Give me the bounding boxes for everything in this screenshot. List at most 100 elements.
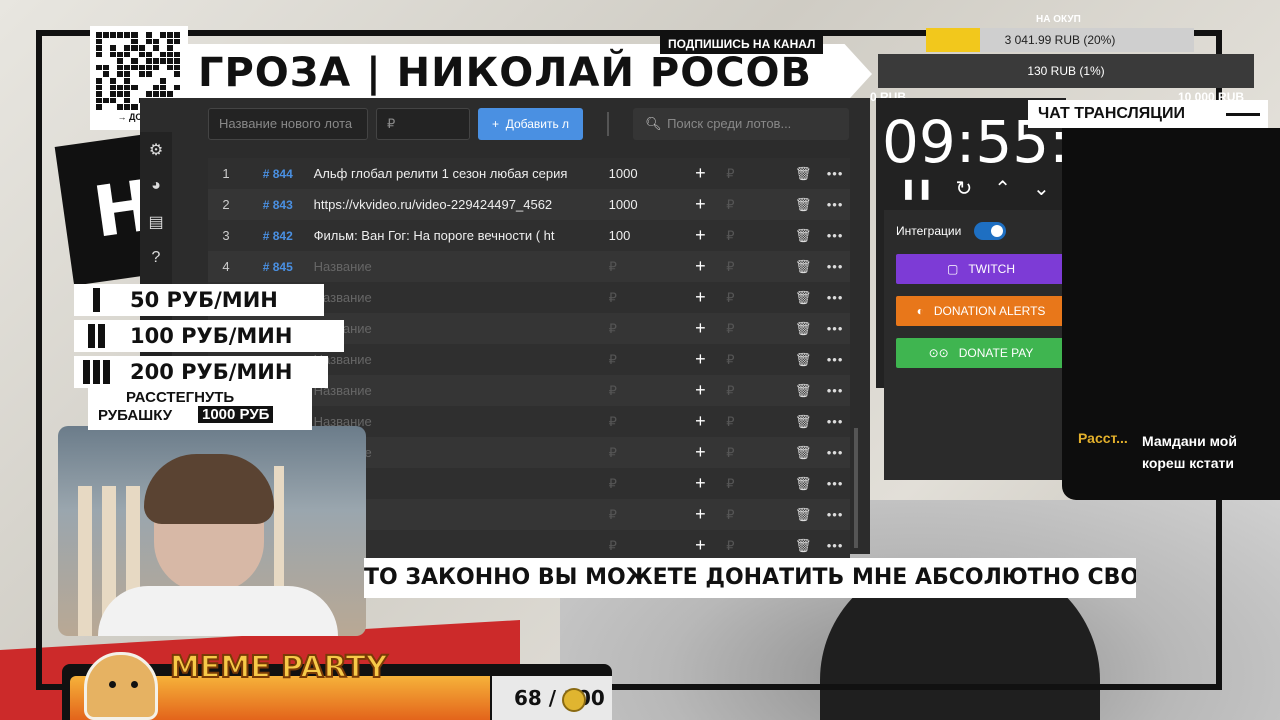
lot-name-input[interactable]: Название (312, 290, 601, 305)
table-row[interactable]: 3 # 842 Фильм: Ван Гог: На пороге вечности… (208, 220, 850, 251)
plus-icon[interactable]: + (680, 349, 720, 370)
lot-amount[interactable]: 100 (601, 228, 681, 243)
more-icon[interactable]: ••• (820, 352, 850, 367)
lot-name-input[interactable]: Название (312, 321, 601, 336)
plus-icon[interactable]: + (680, 256, 720, 277)
lot-amount[interactable]: ₽ (601, 476, 681, 492)
lot-name-input[interactable]: Альф глобал релити 1 сезон любая серия (312, 166, 601, 181)
more-icon[interactable]: ••• (820, 538, 850, 553)
more-icon[interactable]: ••• (820, 290, 850, 305)
more-icon[interactable]: ••• (820, 197, 850, 212)
lot-amount[interactable]: ₽ (601, 383, 681, 399)
lot-id[interactable]: # 842 (244, 229, 312, 243)
lot-id[interactable]: # 845 (244, 260, 312, 274)
lot-name-input[interactable]: Фильм: Ван Гог: На пороге вечности ( ht (312, 228, 601, 243)
trash-icon[interactable]: 🗑︎ (786, 476, 820, 492)
rub-input[interactable]: ₽ (720, 259, 756, 275)
rub-input[interactable]: ₽ (720, 414, 756, 430)
table-scrollbar[interactable] (854, 428, 858, 548)
more-icon[interactable]: ••• (820, 507, 850, 522)
trash-icon[interactable]: 🗑︎ (786, 538, 820, 554)
lot-amount[interactable]: 1000 (601, 197, 681, 212)
plus-icon[interactable]: + (680, 194, 720, 215)
trash-icon[interactable]: 🗑︎ (786, 352, 820, 368)
table-row[interactable]: 4 # 845 Название ₽ + ₽ 🗑︎ ••• (208, 251, 850, 282)
lot-id[interactable]: # 844 (244, 167, 312, 181)
trash-icon[interactable]: 🗑︎ (786, 197, 820, 213)
lot-amount[interactable]: 1000 (601, 166, 681, 181)
rub-input[interactable]: ₽ (720, 445, 756, 461)
more-icon[interactable]: ••• (820, 321, 850, 336)
more-icon[interactable]: ••• (820, 383, 850, 398)
plus-icon[interactable]: + (680, 473, 720, 494)
trash-icon[interactable]: 🗑︎ (786, 290, 820, 306)
clipboard-icon[interactable]: ▤ (140, 204, 172, 240)
lot-amount[interactable]: ₽ (601, 259, 681, 275)
donate-pay-button[interactable]: ⊙⊙ DONATE PAY (896, 338, 1066, 368)
rub-input[interactable]: ₽ (720, 166, 756, 182)
chevron-down-icon[interactable]: ⌄ (1033, 176, 1050, 201)
rub-input[interactable]: ₽ (720, 321, 756, 337)
lot-name-input[interactable]: Название (312, 383, 601, 398)
trash-icon[interactable]: 🗑︎ (786, 259, 820, 275)
lot-amount[interactable]: ₽ (601, 414, 681, 430)
rub-input[interactable]: ₽ (720, 228, 756, 244)
lot-amount[interactable]: ₽ (601, 352, 681, 368)
lot-id[interactable]: # 843 (244, 198, 312, 212)
lot-search-input[interactable]: 🔍︎ Поиск среди лотов... (633, 108, 850, 140)
twitch-button[interactable]: ▢ TWITCH (896, 254, 1066, 284)
more-icon[interactable]: ••• (820, 414, 850, 429)
rub-input[interactable]: ₽ (720, 507, 756, 523)
rub-input[interactable]: ₽ (720, 538, 756, 554)
table-row[interactable]: 2 # 843 https://vkvideo.ru/video-229424497… (208, 189, 850, 220)
rub-input[interactable]: ₽ (720, 476, 756, 492)
help-icon[interactable]: ? (140, 240, 172, 276)
plus-icon[interactable]: + (680, 318, 720, 339)
trash-icon[interactable]: 🗑︎ (786, 166, 820, 182)
trash-icon[interactable]: 🗑︎ (786, 383, 820, 399)
trash-icon[interactable]: 🗑︎ (786, 321, 820, 337)
trash-icon[interactable]: 🗑︎ (786, 228, 820, 244)
more-icon[interactable]: ••• (820, 259, 850, 274)
plus-icon[interactable]: + (680, 442, 720, 463)
price-row-3: 200 РУБ/МИН (74, 356, 328, 388)
lot-name-input[interactable]: https://vkvideo.ru/video-229424497_4562 (312, 197, 601, 212)
trash-icon[interactable]: 🗑︎ (786, 414, 820, 430)
plus-icon[interactable]: + (680, 535, 720, 556)
rub-input[interactable]: ₽ (720, 352, 756, 368)
more-icon[interactable]: ••• (820, 228, 850, 243)
rub-input[interactable]: ₽ (720, 290, 756, 306)
pie-chart-icon[interactable]: ◕ (140, 168, 172, 204)
plus-icon[interactable]: + (680, 504, 720, 525)
lot-amount[interactable]: ₽ (601, 321, 681, 337)
add-lot-button[interactable]: + Добавить л (478, 108, 584, 140)
more-icon[interactable]: ••• (820, 166, 850, 181)
lot-amount[interactable]: ₽ (601, 538, 681, 554)
settings-icon[interactable]: ⚙ (140, 132, 172, 168)
plus-icon[interactable]: + (680, 411, 720, 432)
trash-icon[interactable]: 🗑︎ (786, 507, 820, 523)
plus-icon[interactable]: + (680, 380, 720, 401)
rub-input[interactable]: ₽ (720, 383, 756, 399)
pause-icon[interactable]: ❚❚ (900, 176, 934, 201)
donation-alerts-button[interactable]: ◐ DONATION ALERTS (896, 296, 1066, 326)
trash-icon[interactable]: 🗑︎ (786, 445, 820, 461)
rub-input[interactable]: ₽ (720, 197, 756, 213)
restart-icon[interactable]: ↻ (956, 176, 973, 201)
chevron-up-icon[interactable]: ⌃ (994, 176, 1011, 201)
more-icon[interactable]: ••• (820, 476, 850, 491)
table-row[interactable]: 1 # 844 Альф глобал релити 1 сезон любая с… (208, 158, 850, 189)
new-lot-input[interactable]: Название нового лота (208, 108, 368, 140)
lot-name-input[interactable]: Название (312, 259, 601, 274)
shirt-line-1: РАССТЕГНУТЬ (126, 389, 235, 406)
integrations-toggle[interactable] (974, 222, 1006, 240)
lot-amount-input[interactable]: ₽ (376, 108, 470, 140)
plus-icon[interactable]: + (680, 225, 720, 246)
lot-amount[interactable]: ₽ (601, 445, 681, 461)
lot-amount[interactable]: ₽ (601, 507, 681, 523)
plus-icon[interactable]: + (680, 163, 720, 184)
more-icon[interactable]: ••• (820, 445, 850, 460)
lot-amount[interactable]: ₽ (601, 290, 681, 306)
plus-icon[interactable]: + (680, 287, 720, 308)
lot-name-input[interactable]: Название (312, 352, 601, 367)
